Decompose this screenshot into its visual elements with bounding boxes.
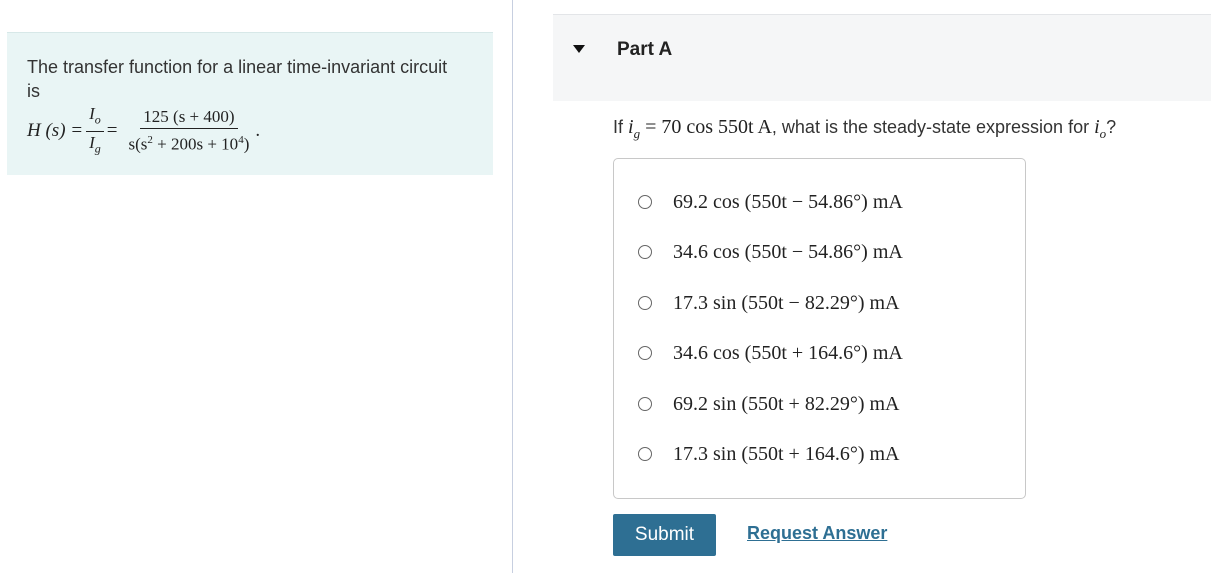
answer-option[interactable]: 69.2 cos (550t − 54.86°) mA <box>638 187 903 217</box>
question-text: If ig = 70 cos 550t A, what is the stead… <box>613 116 1116 142</box>
radio-button[interactable] <box>638 245 652 259</box>
column-divider <box>512 0 513 573</box>
answer-option-label: 17.3 sin (550t + 164.6°) mA <box>673 442 900 465</box>
tf-den-part-b: + 200s + 10 <box>152 134 239 154</box>
submit-button[interactable]: Submit <box>613 514 716 556</box>
question-source-expression: ig = 70 cos 550t A <box>628 116 772 141</box>
radio-button[interactable] <box>638 296 652 310</box>
answer-option[interactable]: 34.6 cos (550t − 54.86°) mA <box>638 237 903 267</box>
transfer-function-fraction: 125 (s + 400) s(s2 + 200s + 104) <box>125 107 252 155</box>
radio-button[interactable] <box>638 447 652 461</box>
ratio-denominator-sub: g <box>94 140 101 155</box>
question-output-var: io <box>1094 116 1106 141</box>
question-middle: , what is the steady-state expression fo… <box>771 117 1095 137</box>
answer-option[interactable]: 34.6 cos (550t + 164.6°) mA <box>638 338 903 368</box>
current-ratio-fraction: Io Ig <box>86 104 104 158</box>
request-answer-link[interactable]: Request Answer <box>747 523 887 544</box>
formula-equals: = <box>106 120 118 141</box>
answer-option-label: 69.2 sin (550t + 82.29°) mA <box>673 392 900 415</box>
formula-period: . <box>255 120 261 141</box>
problem-statement-panel: The transfer function for a linear time-… <box>7 32 493 175</box>
answer-option-label: 34.6 cos (550t + 164.6°) mA <box>673 341 903 364</box>
tf-numerator: 125 (s + 400) <box>140 107 238 130</box>
transfer-function-formula: H (s) = Io Ig = 125 (s + 400) s(s2 + 200… <box>27 101 260 161</box>
radio-button[interactable] <box>638 346 652 360</box>
question-prefix: If <box>613 117 629 137</box>
answer-option-label: 17.3 sin (550t − 82.29°) mA <box>673 291 900 314</box>
formula-lhs: H (s) = <box>27 120 84 141</box>
part-a-header[interactable]: Part A <box>553 14 1211 101</box>
tf-denominator: s(s2 + 200s + 104) <box>125 129 252 155</box>
answer-option-label: 69.2 cos (550t − 54.86°) mA <box>673 190 903 213</box>
collapse-caret-icon[interactable] <box>573 45 585 53</box>
radio-button[interactable] <box>638 195 652 209</box>
radio-button[interactable] <box>638 397 652 411</box>
problem-intro-text: The transfer function for a linear time-… <box>27 57 448 101</box>
answer-option-label: 34.6 cos (550t − 54.86°) mA <box>673 240 903 263</box>
tf-den-part-c: ) <box>243 134 250 154</box>
source-expression-rest: = 70 cos 550t A <box>640 116 772 138</box>
answer-options-box: 69.2 cos (550t − 54.86°) mA 34.6 cos (55… <box>613 158 1026 499</box>
answer-option[interactable]: 69.2 sin (550t + 82.29°) mA <box>638 389 900 419</box>
part-title: Part A <box>617 39 673 60</box>
answer-option[interactable]: 17.3 sin (550t + 164.6°) mA <box>638 439 900 469</box>
answer-option[interactable]: 17.3 sin (550t − 82.29°) mA <box>638 288 900 318</box>
question-end: ? <box>1106 117 1117 137</box>
ratio-numerator-sub: o <box>94 112 101 127</box>
tf-den-part-a: s(s <box>128 134 148 154</box>
